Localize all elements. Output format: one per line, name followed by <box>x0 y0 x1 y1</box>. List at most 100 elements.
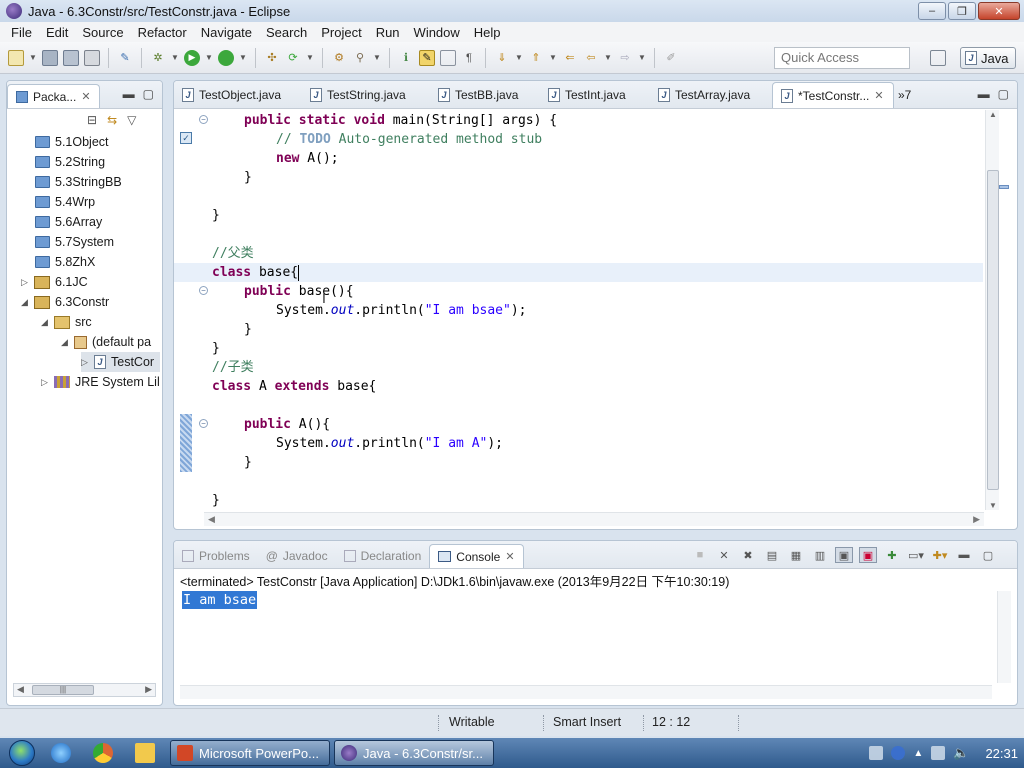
network-icon[interactable] <box>931 746 946 760</box>
tree-item-src[interactable]: ◢ src <box>41 312 92 332</box>
pin-console-icon[interactable]: ✚ <box>883 547 901 563</box>
previous-annotation-icon[interactable]: ⇑ <box>528 50 544 66</box>
save-icon[interactable] <box>42 49 58 66</box>
debug-dropdown-icon[interactable]: ▼ <box>171 53 179 62</box>
new-java-project-icon[interactable]: ✣ <box>264 50 280 66</box>
view-menu-icon[interactable]: ▽ <box>127 113 136 127</box>
toggle-mark-occurrences-icon[interactable]: ℹ <box>398 50 414 66</box>
display-selected-console-icon[interactable]: ▭▾ <box>907 547 925 563</box>
console-vertical-scrollbar[interactable] <box>997 591 1011 683</box>
explorer-launcher[interactable] <box>124 738 166 768</box>
scroll-right-arrow-icon[interactable]: ▶ <box>145 684 152 695</box>
java-perspective-button[interactable]: J Java <box>960 47 1016 69</box>
menu-help[interactable]: Help <box>467 25 508 40</box>
tree-item-5-3stringbb[interactable]: 5.3StringBB <box>35 172 122 192</box>
tab-testbb[interactable]: J TestBB.java <box>430 82 540 108</box>
minimize-panel-icon[interactable]: ▬ <box>955 547 973 563</box>
minimize-panel-icon[interactable]: ▬ <box>123 87 135 101</box>
scroll-left-arrow-icon[interactable]: ◀ <box>17 684 24 695</box>
back-dropdown-icon[interactable]: ▼ <box>604 53 612 62</box>
open-type-icon[interactable]: ⚙ <box>331 50 347 66</box>
tree-item-5-8zhx[interactable]: 5.8ZhX <box>35 252 95 272</box>
keyboard-icon[interactable] <box>869 746 884 760</box>
tab-testobject[interactable]: J TestObject.java <box>174 82 302 108</box>
fold-toggle-icon[interactable]: − <box>199 286 208 295</box>
next-annotation-dropdown-icon[interactable]: ▼ <box>515 53 523 62</box>
word-wrap-icon[interactable]: ▥ <box>811 547 829 563</box>
code-editor[interactable]: − ✓ − − public static void main(String[]… <box>174 110 983 514</box>
console-output-text[interactable]: I am bsae <box>182 591 258 609</box>
next-annotation-icon[interactable]: ⇓ <box>494 50 510 66</box>
run-icon[interactable]: ▶ <box>184 49 200 66</box>
console-horizontal-scrollbar[interactable] <box>180 685 992 699</box>
expand-arrow-icon[interactable]: ▷ <box>21 277 29 288</box>
tree-item-6-1jc[interactable]: ▷ 6.1JC <box>21 272 88 292</box>
tab-overflow[interactable]: »7 <box>894 82 915 108</box>
start-button[interactable] <box>4 738 40 768</box>
new-class-dropdown-icon[interactable]: ▼ <box>306 53 314 62</box>
tab-package-explorer[interactable]: Packa... ✕ <box>7 84 100 108</box>
chrome-launcher[interactable] <box>82 738 124 768</box>
tab-javadoc[interactable]: @ Javadoc <box>258 544 336 568</box>
menu-project[interactable]: Project <box>314 25 368 40</box>
print-icon[interactable] <box>84 49 100 66</box>
collapse-arrow-icon[interactable]: ◢ <box>41 317 49 328</box>
run-dropdown-icon[interactable]: ▼ <box>205 53 213 62</box>
scrollbar-thumb[interactable]: ||| <box>32 685 94 695</box>
terminate-icon[interactable]: ■ <box>691 547 709 563</box>
close-tab-icon[interactable]: ✕ <box>874 89 883 102</box>
overview-ruler-marker[interactable] <box>999 185 1009 189</box>
tree-item-5-4wrp[interactable]: 5.4Wrp <box>35 192 95 212</box>
fold-toggle-icon[interactable]: − <box>199 115 208 124</box>
editor-vertical-scrollbar[interactable]: ▲ ▼ <box>985 110 999 510</box>
open-console-icon[interactable]: ✚▾ <box>931 547 949 563</box>
open-perspective-icon[interactable] <box>930 50 946 66</box>
editor-horizontal-scrollbar[interactable]: ◀ ▶ <box>204 512 984 526</box>
show-on-stderr-icon[interactable]: ▣ <box>859 547 877 563</box>
external-tools-dropdown-icon[interactable]: ▼ <box>239 53 247 62</box>
clear-console-icon[interactable]: ▤ <box>763 547 781 563</box>
scroll-left-arrow-icon[interactable]: ◀ <box>208 514 215 525</box>
tree-item-6-3constr[interactable]: ◢ 6.3Constr <box>21 292 109 312</box>
package-explorer-horizontal-scrollbar[interactable]: ◀ ||| ▶ <box>13 683 156 697</box>
collapse-arrow-icon[interactable]: ◢ <box>21 297 29 308</box>
fold-toggle-icon[interactable]: − <box>199 419 208 428</box>
tab-testint[interactable]: J TestInt.java <box>540 82 650 108</box>
menu-window[interactable]: Window <box>407 25 467 40</box>
close-tab-icon[interactable]: ✕ <box>505 550 514 563</box>
maximize-panel-icon[interactable]: ▢ <box>979 547 997 563</box>
toggle-highlight-icon[interactable]: ✎ <box>419 49 435 66</box>
maximize-panel-icon[interactable]: ▢ <box>998 87 1009 101</box>
menu-source[interactable]: Source <box>75 25 130 40</box>
help-icon[interactable] <box>891 746 906 760</box>
quick-access-input[interactable]: Quick Access <box>774 47 910 69</box>
tab-console[interactable]: Console ✕ <box>429 544 524 568</box>
tree-item-5-6array[interactable]: 5.6Array <box>35 212 102 232</box>
link-with-editor-icon[interactable]: ⇆ <box>107 113 117 127</box>
tree-item-5-7system[interactable]: 5.7System <box>35 232 114 252</box>
tree-item-jre-system-library[interactable]: ▷ JRE System Lil <box>41 372 160 392</box>
scroll-up-arrow-icon[interactable]: ▲ <box>989 110 997 119</box>
search-dropdown-icon[interactable]: ▼ <box>373 53 381 62</box>
internet-explorer-launcher[interactable] <box>40 738 82 768</box>
tab-teststring[interactable]: J TestString.java <box>302 82 430 108</box>
minimize-button[interactable]: ‒ <box>918 2 946 20</box>
minimize-panel-icon[interactable]: ▬ <box>978 87 990 101</box>
menu-search[interactable]: Search <box>259 25 314 40</box>
skip-breakpoints-icon[interactable]: ✎ <box>117 50 133 66</box>
expand-arrow-icon[interactable]: ▷ <box>81 357 89 368</box>
back-icon[interactable]: ⇦ <box>583 50 599 66</box>
external-tools-icon[interactable] <box>218 49 234 66</box>
last-edit-location-icon[interactable]: ⇐ <box>562 50 578 66</box>
menu-edit[interactable]: Edit <box>39 25 75 40</box>
remove-launch-icon[interactable]: ✕ <box>715 547 733 563</box>
task-marker-icon[interactable]: ✓ <box>180 132 192 144</box>
show-whitespace-icon[interactable]: ¶ <box>461 50 477 66</box>
menu-run[interactable]: Run <box>369 25 407 40</box>
new-package-icon[interactable]: ⟳ <box>285 50 301 66</box>
tree-item-testconstr[interactable]: ▷ J TestCor <box>81 352 161 372</box>
tree-item-default-package[interactable]: ◢ (default pa <box>61 332 151 352</box>
toggle-block-selection-icon[interactable] <box>440 49 456 66</box>
tree-item-5-2string[interactable]: 5.2String <box>35 152 105 172</box>
collapse-all-icon[interactable]: ⊟ <box>87 113 97 127</box>
